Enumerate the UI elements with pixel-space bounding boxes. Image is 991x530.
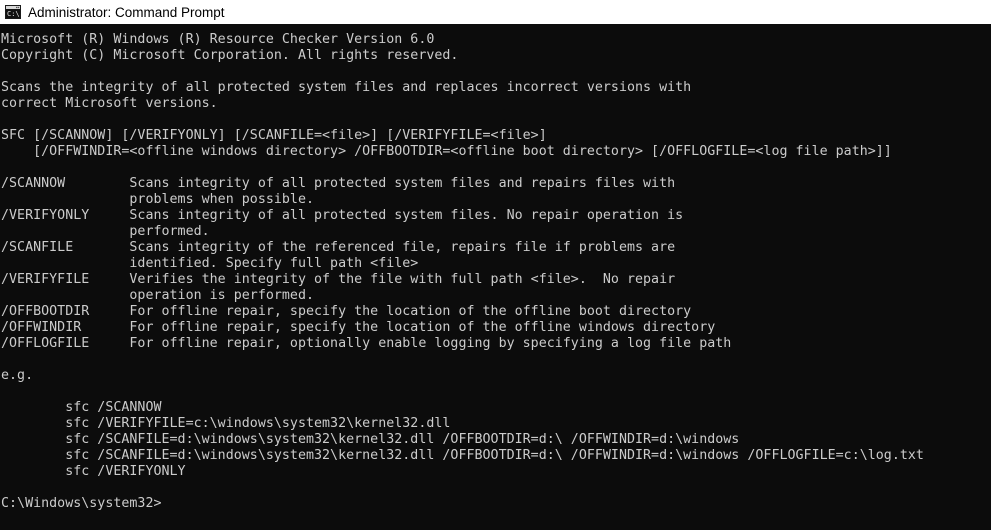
svg-text:C:\: C:\ [7, 10, 20, 18]
window-title-text: Administrator: Command Prompt [28, 4, 225, 20]
console-text: Microsoft (R) Windows (R) Resource Check… [1, 32, 924, 511]
console-output-area[interactable]: Microsoft (R) Windows (R) Resource Check… [0, 24, 991, 530]
command-prompt-icon: C:\ [5, 5, 21, 19]
window-titlebar[interactable]: C:\ Administrator: Command Prompt [0, 0, 991, 24]
command-prompt-window: C:\ Administrator: Command Prompt Micros… [0, 0, 991, 530]
